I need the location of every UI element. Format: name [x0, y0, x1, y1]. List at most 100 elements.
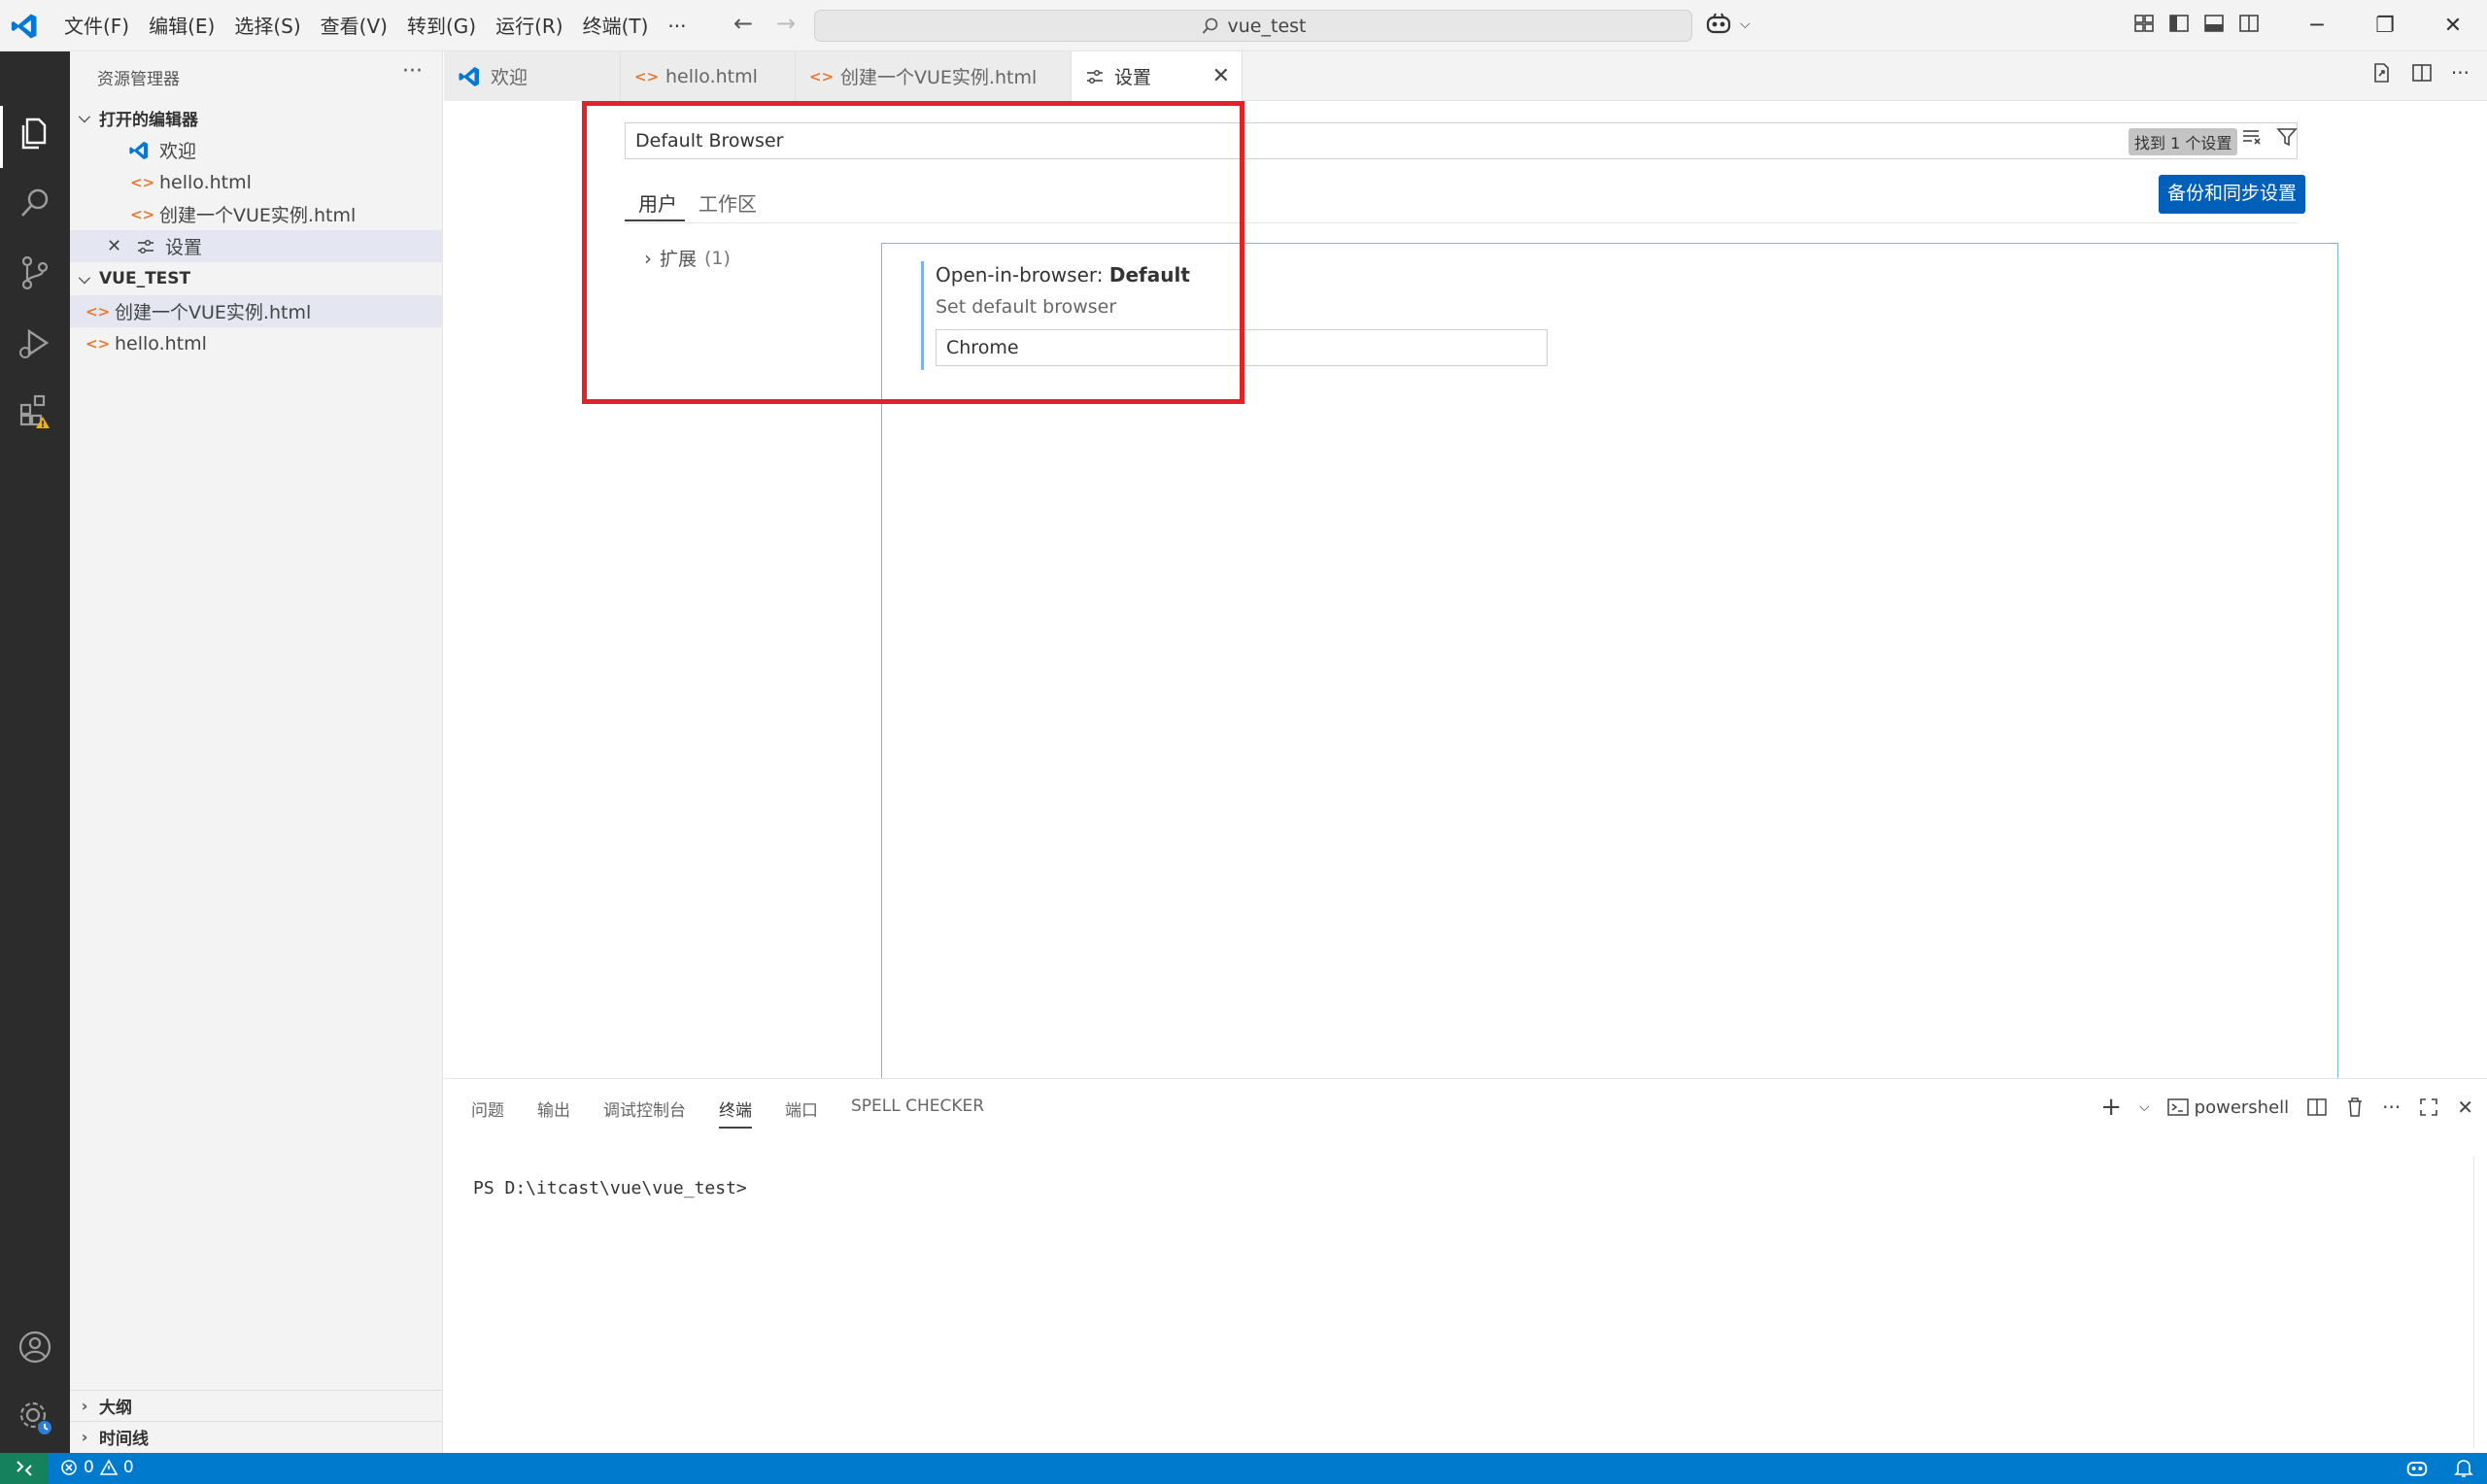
menu-bar: 文件(F) 编辑(E) 选择(S) 查看(V) 转到(G) 运行(R) 终端(T… [54, 0, 697, 51]
file-item-hello[interactable]: <> hello.html [70, 327, 443, 359]
tab-vue-instance[interactable]: <> 创建一个VUE实例.html [796, 51, 1072, 101]
filter-icon[interactable] [2276, 126, 2298, 148]
search-icon [1202, 17, 1217, 34]
toggle-primary-sidebar-icon[interactable] [2167, 12, 2191, 35]
remote-indicator[interactable] [0, 1453, 49, 1484]
warning-icon [99, 1459, 118, 1475]
back-arrow-icon[interactable]: ← [729, 10, 758, 37]
terminal-shell-selector[interactable]: powershell [2166, 1096, 2290, 1118]
close-icon[interactable]: ✕ [1212, 64, 1230, 88]
manage-gear-icon[interactable] [16, 1398, 54, 1436]
html-file-icon: <> [634, 67, 660, 85]
close-panel-icon[interactable]: ✕ [2457, 1096, 2473, 1119]
editor-tab-bar: 欢迎 <> hello.html <> 创建一个VUE实例.html 设置 ✕ [444, 51, 2487, 101]
title-extra-icons: ⌵ [1705, 12, 1751, 37]
tab-hello[interactable]: <> hello.html [621, 51, 796, 101]
menu-run[interactable]: 运行(R) [486, 7, 573, 46]
explorer-icon[interactable] [16, 114, 54, 152]
restore-icon[interactable]: ❐ [2351, 0, 2419, 51]
error-count: 0 [84, 1458, 94, 1477]
notifications-bell-icon[interactable] [2454, 1458, 2473, 1479]
close-window-icon[interactable]: ✕ [2419, 0, 2487, 51]
minimize-icon[interactable]: ─ [2283, 0, 2351, 51]
workspace-label: VUE_TEST [99, 269, 191, 288]
backup-sync-settings-button[interactable]: 备份和同步设置 [2159, 175, 2305, 214]
tab-ports[interactable]: 端口 [785, 1096, 818, 1129]
tab-spell-checker[interactable]: SPELL CHECKER [851, 1096, 984, 1129]
more-actions-icon[interactable]: ··· [2451, 61, 2470, 84]
toggle-secondary-sidebar-icon[interactable] [2237, 12, 2261, 35]
accounts-icon[interactable] [16, 1328, 54, 1366]
open-editor-item-welcome[interactable]: 欢迎 [70, 134, 443, 166]
open-editors-header[interactable]: ⌵ 打开的编辑器 [70, 102, 443, 133]
search-icon[interactable] [16, 184, 54, 222]
more-actions-icon[interactable]: ··· [402, 59, 423, 84]
extensions-icon[interactable]: ! [16, 391, 54, 430]
outline-label: 大纲 [99, 1399, 132, 1418]
window-controls: ─ ❐ ✕ [2283, 0, 2487, 51]
file-label: 创建一个VUE实例.html [115, 302, 312, 323]
customize-layout-icon[interactable] [2132, 12, 2156, 35]
command-center[interactable]: vue_test [814, 10, 1692, 42]
search-result-count: 找到 1 个设置 [2129, 128, 2238, 155]
open-editor-item-hello[interactable]: <> hello.html [70, 166, 443, 198]
chevron-down-icon[interactable]: ⌵ [1740, 17, 1751, 32]
terminal-prompt[interactable]: PS D:\itcast\vue\vue_test> [473, 1178, 747, 1198]
error-icon [61, 1460, 77, 1475]
shell-name: powershell [2194, 1096, 2290, 1118]
html-file-icon: <> [130, 205, 155, 223]
menu-more[interactable]: ··· [658, 7, 696, 46]
file-item-vue-instance[interactable]: <> 创建一个VUE实例.html [70, 295, 443, 327]
open-editor-label: hello.html [159, 171, 252, 193]
tab-label: 设置 [1114, 67, 1152, 88]
terminal-scrollbar[interactable] [2473, 1157, 2487, 1448]
tab-output[interactable]: 输出 [537, 1096, 570, 1129]
split-editor-icon[interactable] [2410, 61, 2434, 84]
copilot-icon[interactable] [2405, 1458, 2429, 1479]
chevron-down-icon[interactable]: ⌵ [2139, 1099, 2150, 1115]
workspace-header[interactable]: ⌵ VUE_TEST [70, 263, 443, 294]
vscode-logo-icon[interactable] [10, 12, 39, 41]
menu-terminal[interactable]: 终端(T) [573, 7, 659, 46]
forward-arrow-icon[interactable]: → [771, 10, 801, 37]
open-editor-label: 欢迎 [159, 141, 197, 162]
timeline-header[interactable]: › 时间线 [70, 1421, 443, 1452]
split-terminal-icon[interactable] [2306, 1096, 2328, 1118]
tab-terminal[interactable]: 终端 [719, 1096, 752, 1129]
trash-icon[interactable] [2345, 1096, 2365, 1118]
tab-label: 创建一个VUE实例.html [840, 67, 1038, 88]
layout-controls [2132, 12, 2261, 35]
tab-problems[interactable]: 问题 [471, 1096, 504, 1129]
sidebar-title: 资源管理器 [97, 70, 180, 89]
menu-edit[interactable]: 编辑(E) [139, 7, 224, 46]
menu-selection[interactable]: 选择(S) [224, 7, 310, 46]
clear-filter-icon[interactable] [2241, 126, 2263, 148]
tab-welcome[interactable]: 欢迎 [444, 51, 621, 101]
open-settings-json-icon[interactable] [2369, 61, 2393, 84]
file-label: hello.html [115, 332, 207, 354]
tab-debug-console[interactable]: 调试控制台 [603, 1096, 686, 1129]
settings-sliders-icon [138, 239, 153, 253]
html-file-icon: <> [809, 67, 835, 85]
menu-view[interactable]: 查看(V) [311, 7, 397, 46]
remote-icon [17, 1461, 32, 1476]
terminal-icon [2166, 1098, 2189, 1116]
open-editor-item-settings[interactable]: ✕ 设置 [70, 230, 443, 262]
chevron-down-icon: ⌵ [78, 108, 91, 126]
more-actions-icon[interactable]: ··· [2382, 1096, 2401, 1119]
copilot-icon[interactable] [1705, 12, 1732, 37]
menu-go[interactable]: 转到(G) [397, 7, 486, 46]
toggle-panel-icon[interactable] [2202, 12, 2226, 35]
menu-file[interactable]: 文件(F) [54, 7, 139, 46]
tab-settings[interactable]: 设置 ✕ [1072, 51, 1243, 101]
html-file-icon: <> [85, 302, 111, 320]
outline-header[interactable]: › 大纲 [70, 1390, 443, 1421]
new-terminal-icon[interactable]: + [2100, 1093, 2122, 1122]
maximize-panel-icon[interactable] [2418, 1096, 2439, 1118]
open-editor-item-vue-instance[interactable]: <> 创建一个VUE实例.html [70, 198, 443, 230]
run-debug-icon[interactable] [16, 323, 54, 362]
close-icon[interactable]: ✕ [107, 236, 130, 256]
html-file-icon: <> [130, 173, 155, 191]
source-control-icon[interactable] [16, 253, 54, 292]
status-problems[interactable]: 0 0 [60, 1458, 134, 1477]
